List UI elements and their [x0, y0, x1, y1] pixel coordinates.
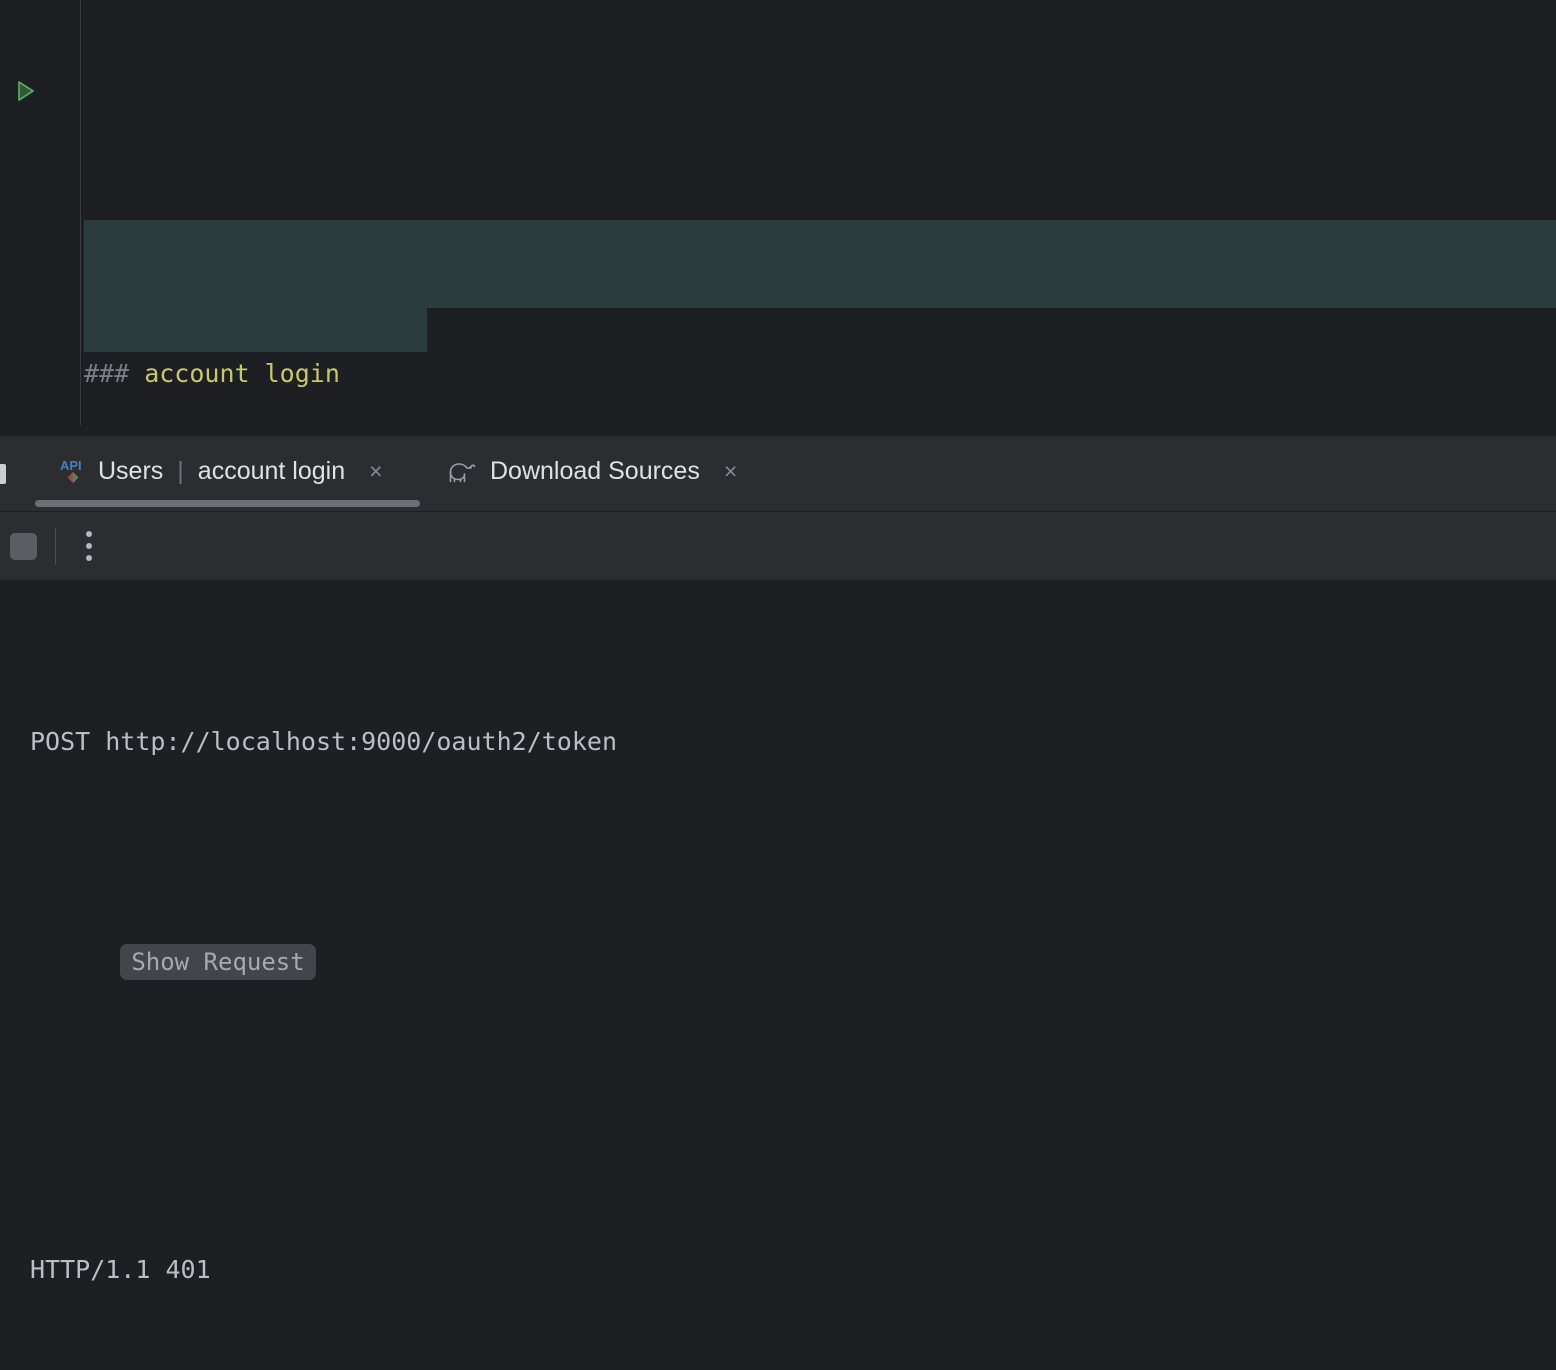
toolbar-separator — [55, 528, 56, 565]
response-request-line: POST http://localhost:9000/oauth2/token — [30, 727, 617, 756]
selection-band-line1 — [84, 220, 1556, 264]
show-request-button[interactable]: Show Request — [120, 944, 316, 980]
request-code[interactable]: ### account login POST http://localhost:… — [84, 0, 1556, 435]
close-icon[interactable]: × — [724, 459, 737, 483]
tab-label-separator: | — [177, 456, 184, 485]
show-request-row: Show Request — [30, 896, 1540, 980]
more-dot-3 — [86, 555, 92, 561]
editor-gutter — [0, 0, 81, 435]
stop-button[interactable] — [10, 533, 37, 560]
request-editor-pane[interactable]: ### account login POST http://localhost:… — [0, 0, 1556, 435]
tab-label-account-login: account login — [197, 456, 346, 485]
gutter-divider — [80, 0, 81, 425]
more-options-icon[interactable] — [81, 531, 97, 561]
close-icon[interactable]: × — [369, 459, 382, 483]
response-content: POST http://localhost:9000/oauth2/token … — [30, 588, 1540, 1370]
tab-scrollbar[interactable] — [35, 500, 420, 507]
gradle-elephant-icon — [446, 458, 478, 484]
tool-window-tab-bar[interactable]: API Users | account login × Download Sou… — [0, 435, 1556, 512]
more-dot-2 — [86, 543, 92, 549]
tab-users-account-login[interactable]: API Users | account login × — [46, 436, 397, 506]
response-spacer-1 — [30, 1072, 1540, 1116]
selection-band-line3 — [84, 308, 427, 352]
tab-label-users: Users — [98, 456, 164, 485]
tab-download-sources[interactable]: Download Sources × — [432, 436, 751, 506]
heading-title: account login — [129, 359, 340, 388]
svg-text:API: API — [60, 458, 82, 473]
code-line-heading: ### account login — [84, 352, 1556, 396]
response-status-line: HTTP/1.1 401 — [30, 1255, 211, 1284]
tab-bar-left-stub — [0, 464, 6, 484]
tab-label-download-sources: Download Sources — [490, 456, 700, 485]
selection-band-line2 — [84, 264, 1556, 308]
more-dot-1 — [86, 531, 92, 537]
response-toolbar[interactable] — [0, 511, 1556, 582]
heading-hash: ### — [84, 359, 130, 388]
api-icon: API — [60, 457, 86, 485]
response-pane[interactable]: POST http://localhost:9000/oauth2/token … — [0, 580, 1556, 1370]
run-triangle-icon[interactable] — [12, 78, 38, 104]
